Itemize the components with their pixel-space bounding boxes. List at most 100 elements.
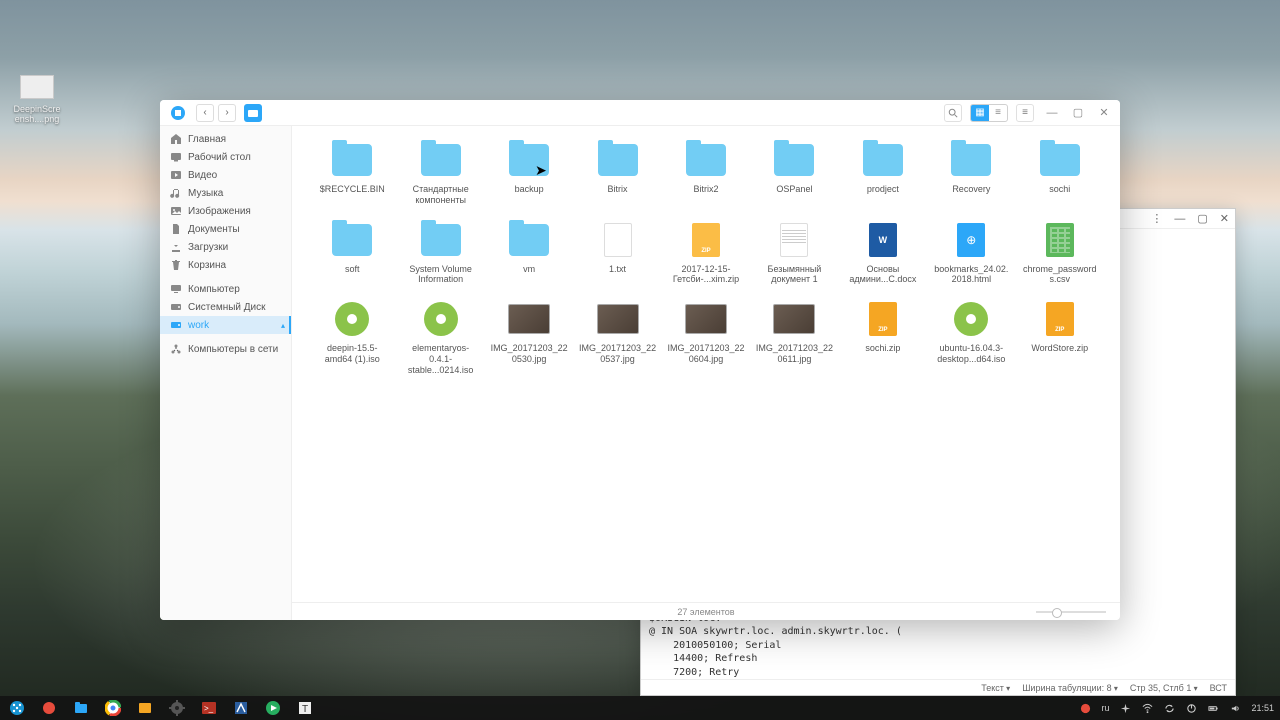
desktop-icon[interactable]: DeepinScreensh....png — [12, 75, 62, 125]
path-badge-icon[interactable] — [244, 104, 262, 122]
sidebar-item-label: Корзина — [188, 260, 226, 271]
file-label: deepin-15.5-amd64 (1).iso — [313, 343, 391, 365]
search-button[interactable] — [944, 104, 962, 122]
system-tray: ru 21:51 — [1079, 702, 1274, 714]
tray-record-icon[interactable] — [1079, 702, 1091, 714]
editor-insert-mode[interactable]: ВСТ — [1210, 683, 1227, 693]
file-manager-window: ‹ › ▦ ≡ ≡ — ▢ ✕ ГлавнаяРабочий стол Видео… — [160, 100, 1120, 620]
taskbar-app-terminal[interactable]: >_ — [198, 697, 220, 719]
file-item[interactable]: Bitrix — [575, 138, 659, 210]
sidebar-item-pictures[interactable]: Изображения — [160, 202, 291, 220]
launcher-icon[interactable] — [6, 697, 28, 719]
window-close-btn[interactable]: ✕ — [1220, 212, 1229, 225]
tray-wifi-icon[interactable] — [1141, 702, 1153, 714]
file-item[interactable]: vm — [487, 218, 571, 290]
file-item[interactable]: sochi — [1018, 138, 1102, 210]
menu-button[interactable]: ≡ — [1016, 104, 1034, 122]
tray-lang[interactable]: ru — [1101, 703, 1109, 713]
folder-icon — [331, 142, 373, 178]
view-list-button[interactable]: ≡ — [989, 105, 1007, 121]
tray-volume-icon[interactable] — [1229, 702, 1241, 714]
window-minimize-btn[interactable]: — — [1044, 105, 1060, 121]
taskbar[interactable]: >_ T ru 21:51 — [0, 696, 1280, 720]
sidebar-item-work[interactable]: work — [160, 316, 291, 334]
file-label: IMG_20171203_220530.jpg — [490, 343, 568, 365]
tray-clock[interactable]: 21:51 — [1251, 703, 1274, 713]
editor-menu-icon[interactable]: ⋮ — [1151, 212, 1162, 225]
file-label: Безымянный документ 1 — [755, 264, 833, 286]
nav-forward-button[interactable]: › — [218, 104, 236, 122]
view-grid-button[interactable]: ▦ — [971, 105, 989, 121]
file-item[interactable]: IMG_20171203_220530.jpg — [487, 297, 571, 379]
tray-sync-icon[interactable] — [1163, 702, 1175, 714]
disk-icon — [170, 319, 182, 331]
window-maximize-btn[interactable]: ▢ — [1070, 105, 1086, 121]
sidebar-item-trash[interactable]: Корзина — [160, 256, 291, 274]
view-toggle[interactable]: ▦ ≡ — [970, 104, 1008, 122]
file-item[interactable]: backup — [487, 138, 571, 210]
sidebar-item-home[interactable]: Главная — [160, 130, 291, 148]
file-item[interactable]: $RECYCLE.BIN — [310, 138, 394, 210]
editor-syntax[interactable]: Текст — [981, 683, 1010, 693]
editor-code[interactable]: $ORIGIN loc. @ IN SOA skywrtr.loc. admin… — [641, 612, 1235, 680]
taskbar-app-settings[interactable] — [166, 697, 188, 719]
file-item[interactable]: IMG_20171203_220537.jpg — [575, 297, 659, 379]
zoom-slider[interactable] — [1036, 611, 1106, 613]
file-item[interactable]: 2017-12-15-Гетсби-...xim.zip — [664, 218, 748, 290]
zip-icon — [685, 222, 727, 258]
file-item[interactable]: prodject — [841, 138, 925, 210]
file-item[interactable]: System Volume Information — [398, 218, 482, 290]
taskbar-app-music[interactable] — [262, 697, 284, 719]
tray-location-icon[interactable] — [1119, 702, 1131, 714]
nav-back-button[interactable]: ‹ — [196, 104, 214, 122]
window-minimize-btn[interactable]: — — [1174, 213, 1185, 225]
file-item[interactable]: OSPanel — [752, 138, 836, 210]
sidebar-item-network[interactable]: Компьютеры в сети — [160, 340, 291, 358]
sidebar-item-desktop[interactable]: Рабочий стол — [160, 148, 291, 166]
file-item[interactable]: soft — [310, 218, 394, 290]
file-item[interactable]: Безымянный документ 1 — [752, 218, 836, 290]
tray-power-icon[interactable] — [1185, 702, 1197, 714]
file-item[interactable]: WОсновы админи...C.docx — [841, 218, 925, 290]
sidebar-item-video[interactable]: Видео — [160, 166, 291, 184]
folder-icon — [773, 142, 815, 178]
folder-icon — [1039, 142, 1081, 178]
file-item[interactable]: IMG_20171203_220604.jpg — [664, 297, 748, 379]
fm-titlebar[interactable]: ‹ › ▦ ≡ ≡ — ▢ ✕ — [160, 100, 1120, 126]
sidebar-item-documents[interactable]: Документы — [160, 220, 291, 238]
sidebar-item-sysdisk[interactable]: Системный Диск — [160, 298, 291, 316]
taskbar-app-files[interactable] — [70, 697, 92, 719]
file-item[interactable]: elementaryos-0.4.1-stable...0214.iso — [398, 297, 482, 379]
file-item[interactable]: Стандартные компоненты — [398, 138, 482, 210]
file-item[interactable]: chrome_passwords.csv — [1018, 218, 1102, 290]
distro-logo-icon[interactable] — [168, 103, 188, 123]
file-item[interactable]: Bitrix2 — [664, 138, 748, 210]
file-grid[interactable]: $RECYCLE.BINСтандартные компонентыbackup… — [292, 126, 1120, 602]
sidebar-item-computer[interactable]: Компьютер — [160, 280, 291, 298]
home-icon — [170, 133, 182, 145]
taskbar-app-record[interactable] — [38, 697, 60, 719]
sidebar-item-label: Видео — [188, 170, 217, 181]
file-item[interactable]: sochi.zip — [841, 297, 925, 379]
file-item[interactable]: ubuntu-16.04.3-desktop...d64.iso — [929, 297, 1013, 379]
taskbar-app-vbox[interactable] — [230, 697, 252, 719]
window-maximize-btn[interactable]: ▢ — [1197, 212, 1207, 225]
editor-tabwidth[interactable]: Ширина табуляции: 8 — [1022, 683, 1118, 693]
taskbar-app-store[interactable] — [134, 697, 156, 719]
file-item[interactable]: WordStore.zip — [1018, 297, 1102, 379]
sidebar-item-downloads[interactable]: Загрузки — [160, 238, 291, 256]
sidebar-item-music[interactable]: Музыка — [160, 184, 291, 202]
window-close-btn[interactable]: ✕ — [1096, 105, 1112, 121]
file-item[interactable]: Recovery — [929, 138, 1013, 210]
taskbar-app-chrome[interactable] — [102, 697, 124, 719]
taskbar-app-editor[interactable]: T — [294, 697, 316, 719]
editor-cursor-pos[interactable]: Стр 35, Стлб 1 — [1130, 683, 1198, 693]
folder-icon — [597, 142, 639, 178]
file-item[interactable]: 1.txt — [575, 218, 659, 290]
tray-battery-icon[interactable] — [1207, 702, 1219, 714]
file-item[interactable]: IMG_20171203_220611.jpg — [752, 297, 836, 379]
file-label: 2017-12-15-Гетсби-...xim.zip — [667, 264, 745, 286]
txt-icon — [597, 222, 639, 258]
file-item[interactable]: ⊕bookmarks_24.02.2018.html — [929, 218, 1013, 290]
file-item[interactable]: deepin-15.5-amd64 (1).iso — [310, 297, 394, 379]
